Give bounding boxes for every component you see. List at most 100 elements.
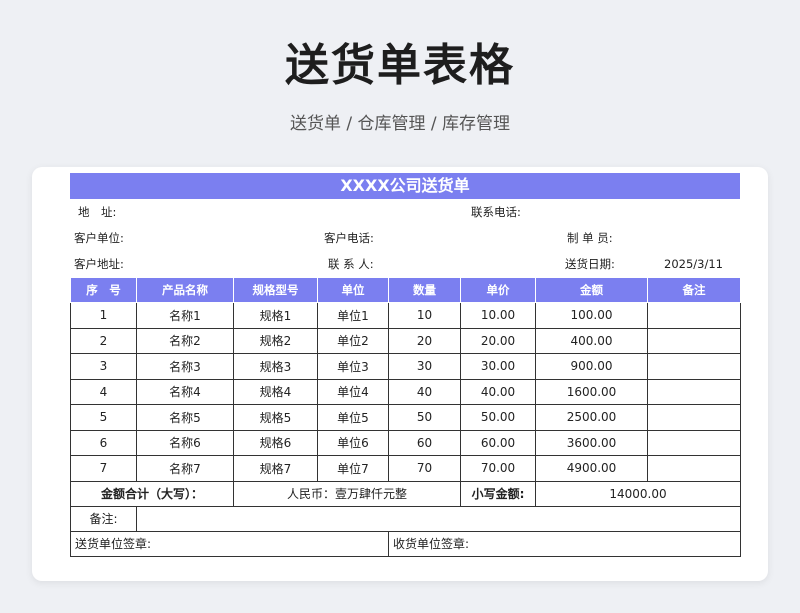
table-cell: 单位4 — [317, 378, 389, 405]
table-cell: 10 — [388, 302, 461, 329]
totals-rmb-text: 人民币：壹万肆仟元整 — [233, 480, 461, 507]
table-cell: 40 — [388, 378, 461, 405]
signature-row: 送货单位签章: 收货单位签章: — [70, 530, 741, 557]
table-cell: 3 — [70, 353, 137, 380]
table-cell: 单位3 — [317, 353, 389, 380]
table-row: 5 名称5 规格5 单位5 50 50.00 2500.00 — [70, 404, 741, 431]
info-row-1: 地 址: 联系电话: — [70, 199, 740, 225]
table-cell: 20.00 — [460, 327, 536, 354]
page-title: 送货单表格 — [285, 40, 515, 91]
table-cell: 单位7 — [317, 455, 389, 482]
table-cell — [647, 353, 741, 380]
table-cell: 规格2 — [233, 327, 318, 354]
table-cell: 4 — [70, 378, 137, 405]
table-cell: 1600.00 — [535, 378, 648, 405]
info-row-2: 客户单位: 客户电话: 制 单 员: — [70, 225, 740, 251]
table-cell: 单位1 — [317, 302, 389, 329]
header-cell: 产品名称 — [136, 277, 234, 303]
table-row: 2 名称2 规格2 单位2 20 20.00 400.00 — [70, 327, 741, 354]
table-cell: 规格7 — [233, 455, 318, 482]
table-cell: 名称1 — [136, 302, 234, 329]
table-row: 3 名称3 规格3 单位3 30 30.00 900.00 — [70, 353, 741, 380]
table-cell: 5 — [70, 404, 137, 431]
customer-phone-label: 客户电话: — [324, 231, 374, 245]
table-row: 7 名称7 规格7 单位7 70 70.00 4900.00 — [70, 455, 741, 482]
table-cell — [647, 455, 741, 482]
table-cell: 名称4 — [136, 378, 234, 405]
table-cell: 6 — [70, 429, 137, 456]
table-cell: 名称2 — [136, 327, 234, 354]
table-cell: 单位6 — [317, 429, 389, 456]
contact-person-label: 联 系 人: — [328, 257, 374, 271]
header-cell: 金额 — [535, 277, 648, 303]
table-cell: 50.00 — [460, 404, 536, 431]
table-row: 6 名称6 规格6 单位6 60 60.00 3600.00 — [70, 429, 741, 456]
document-card: XXXX公司送货单 地 址: 联系电话: 客户单位: 客户电话: 制 单 员: … — [32, 167, 768, 581]
table-cell: 2 — [70, 327, 137, 354]
header-cell: 单价 — [460, 277, 536, 303]
table-cell: 30 — [388, 353, 461, 380]
contact-phone-label: 联系电话: — [471, 205, 521, 219]
maker-label: 制 单 员: — [567, 231, 613, 245]
table-cell: 规格3 — [233, 353, 318, 380]
table-cell: 名称6 — [136, 429, 234, 456]
totals-label: 金额合计（大写）： — [70, 480, 234, 507]
table-cell: 7 — [70, 455, 137, 482]
table-cell: 规格6 — [233, 429, 318, 456]
table-cell: 1 — [70, 302, 137, 329]
small-amount-label: 小写金额: — [460, 480, 536, 507]
header-cell: 序 号 — [70, 277, 137, 303]
table-cell: 900.00 — [535, 353, 648, 380]
receiver-signature[interactable]: 收货单位签章: — [388, 530, 741, 557]
remarks-field[interactable] — [136, 505, 741, 532]
table-cell: 60 — [388, 429, 461, 456]
delivery-date-value: 2025/3/11 — [664, 257, 723, 271]
table-row: 4 名称4 规格4 单位4 40 40.00 1600.00 — [70, 378, 741, 405]
delivery-date-label: 送货日期: — [565, 257, 615, 271]
table-cell: 50 — [388, 404, 461, 431]
header-cell: 单位 — [317, 277, 389, 303]
table-header-row: 序 号 产品名称 规格型号 单位 数量 单价 金额 备注 — [70, 277, 741, 303]
table-cell — [647, 429, 741, 456]
table-cell: 30.00 — [460, 353, 536, 380]
table-cell: 40.00 — [460, 378, 536, 405]
table-cell — [647, 404, 741, 431]
table-cell: 名称3 — [136, 353, 234, 380]
table-cell: 2500.00 — [535, 404, 648, 431]
customer-address-label: 客户地址: — [74, 257, 124, 271]
header-cell: 规格型号 — [233, 277, 318, 303]
table-cell: 20 — [388, 327, 461, 354]
table-cell: 4900.00 — [535, 455, 648, 482]
info-row-3: 客户地址: 联 系 人: 送货日期: 2025/3/11 — [70, 251, 740, 277]
customer-unit-label: 客户单位: — [74, 231, 124, 245]
document-title: XXXX公司送货单 — [70, 173, 740, 199]
table-cell: 100.00 — [535, 302, 648, 329]
table-cell — [647, 327, 741, 354]
table-cell: 名称7 — [136, 455, 234, 482]
table-cell — [647, 378, 741, 405]
table-cell: 规格4 — [233, 378, 318, 405]
table-cell: 规格5 — [233, 404, 318, 431]
table-cell — [647, 302, 741, 329]
sender-signature[interactable]: 送货单位签章: — [70, 530, 389, 557]
totals-row: 金额合计（大写）： 人民币：壹万肆仟元整 小写金额: 14000.00 — [70, 480, 741, 507]
header-cell: 数量 — [388, 277, 461, 303]
items-table: 序 号 产品名称 规格型号 单位 数量 单价 金额 备注 1 名称1 规格1 单位1 1… — [70, 277, 741, 557]
page-subtitle: 送货单 / 仓库管理 / 库存管理 — [289, 114, 511, 134]
table-cell: 规格1 — [233, 302, 318, 329]
address-label: 地 址: — [78, 205, 117, 219]
table-cell: 单位2 — [317, 327, 389, 354]
table-row: 1 名称1 规格1 单位1 10 10.00 100.00 — [70, 302, 741, 329]
remarks-label: 备注: — [70, 505, 137, 532]
remarks-row: 备注: — [70, 505, 741, 532]
table-cell: 70.00 — [460, 455, 536, 482]
delivery-note-sheet: XXXX公司送货单 地 址: 联系电话: 客户单位: 客户电话: 制 单 员: … — [70, 173, 741, 557]
table-cell: 名称5 — [136, 404, 234, 431]
table-cell: 单位5 — [317, 404, 389, 431]
table-cell: 60.00 — [460, 429, 536, 456]
table-cell: 400.00 — [535, 327, 648, 354]
table-cell: 3600.00 — [535, 429, 648, 456]
small-amount-value: 14000.00 — [535, 480, 741, 507]
header-cell: 备注 — [647, 277, 741, 303]
table-cell: 10.00 — [460, 302, 536, 329]
